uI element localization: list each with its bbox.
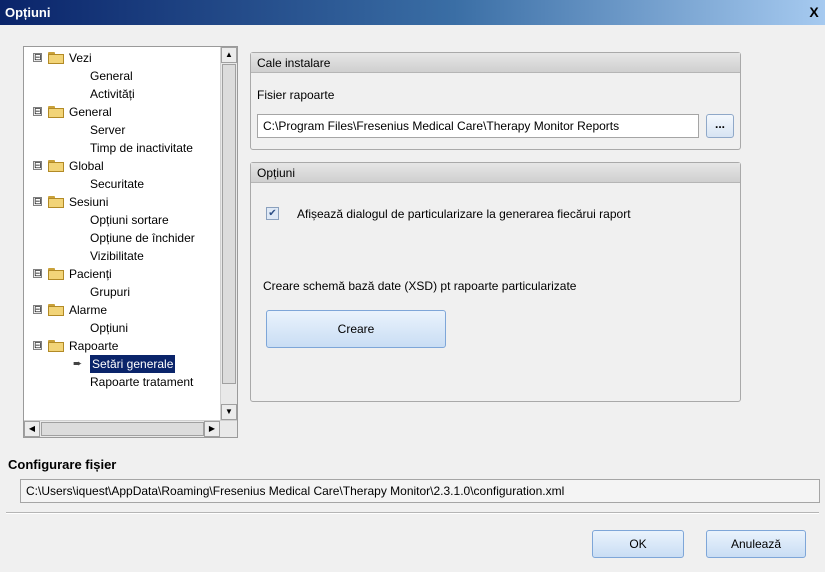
- title-bar: Opțiuni: [0, 0, 825, 25]
- config-file-label: Configurare fișier: [8, 457, 117, 472]
- tree-node-label: Alarme: [69, 303, 108, 317]
- scroll-left-icon[interactable]: ◀: [24, 421, 40, 437]
- scroll-up-icon[interactable]: ▲: [221, 47, 237, 63]
- tree-node-label: Sesiuni: [69, 195, 109, 209]
- tree-leaf-activitati[interactable]: Activități: [24, 85, 222, 103]
- tree-node-alarme[interactable]: ⊟ Alarme: [24, 301, 222, 319]
- folder-icon: [48, 196, 64, 208]
- tree-node-label: Rapoarte: [69, 339, 119, 353]
- reports-folder-input[interactable]: C:\Program Files\Fresenius Medical Care\…: [257, 114, 699, 138]
- folder-icon: [48, 106, 64, 118]
- scroll-right-icon[interactable]: ▶: [204, 421, 220, 437]
- dialog-title: Opțiuni: [5, 5, 51, 20]
- tree-node-rapoarte[interactable]: ⊟ Rapoarte: [24, 337, 222, 355]
- tree-leaf-label: Vizibilitate: [90, 249, 144, 263]
- tree-leaf-optiuni[interactable]: Opțiuni: [24, 319, 222, 337]
- tree-node-label: General: [69, 105, 112, 119]
- tree-leaf-server[interactable]: Server: [24, 121, 222, 139]
- tree-leaf-label: Grupuri: [90, 285, 131, 299]
- tree-leaf-label: Opțiuni: [90, 321, 129, 335]
- folder-icon: [48, 340, 64, 352]
- create-button[interactable]: Creare: [266, 310, 446, 348]
- schema-label: Creare schemă bază date (XSD) pt rapoart…: [263, 279, 577, 293]
- tree-content: ⊟ Vezi General Activități ⊟ General Serv…: [24, 47, 222, 417]
- close-button[interactable]: X: [805, 3, 823, 21]
- collapse-icon[interactable]: ⊟: [33, 161, 42, 170]
- options-dialog: Opțiuni X ⊟ Vezi General Activități ⊟ Ge…: [0, 0, 825, 572]
- tree-leaf-label: Opțiune de închider: [90, 231, 195, 245]
- tree-node-vezi[interactable]: ⊟ Vezi: [24, 49, 222, 67]
- config-file-path: C:\Users\iquest\AppData\Roaming\Freseniu…: [20, 479, 820, 503]
- options-header: Opțiuni: [251, 163, 740, 183]
- collapse-icon[interactable]: ⊟: [33, 197, 42, 206]
- install-path-header: Cale instalare: [251, 53, 740, 73]
- folder-icon: [48, 304, 64, 316]
- customize-dialog-checkbox[interactable]: ✔: [266, 207, 279, 220]
- horizontal-scroll-thumb[interactable]: [41, 422, 204, 436]
- customize-dialog-label: Afișează dialogul de particularizare la …: [297, 207, 631, 221]
- tree-leaf-label: Opțiuni sortare: [90, 213, 169, 227]
- tree-leaf-vizibilitate[interactable]: Vizibilitate: [24, 247, 222, 265]
- options-group: Opțiuni ✔ Afișează dialogul de particula…: [250, 162, 741, 402]
- folder-icon: [48, 268, 64, 280]
- arrow-right-icon: ➨: [73, 358, 83, 370]
- tree-node-global[interactable]: ⊟ Global: [24, 157, 222, 175]
- tree-leaf-grupuri[interactable]: Grupuri: [24, 283, 222, 301]
- tree-leaf-label: Timp de inactivitate: [90, 141, 193, 155]
- tree-node-general[interactable]: ⊟ General: [24, 103, 222, 121]
- tree-leaf-optiuni-sortare[interactable]: Opțiuni sortare: [24, 211, 222, 229]
- collapse-icon[interactable]: ⊟: [33, 269, 42, 278]
- tree-node-pacienti[interactable]: ⊟ Pacienți: [24, 265, 222, 283]
- tree-leaf-label: General: [90, 69, 133, 83]
- footer-separator: [6, 512, 819, 514]
- tree-leaf-timp-inactivitate[interactable]: Timp de inactivitate: [24, 139, 222, 157]
- tree-node-label: Vezi: [69, 51, 92, 65]
- scroll-down-icon[interactable]: ▼: [221, 404, 237, 420]
- tree-leaf-rapoarte-tratament[interactable]: Rapoarte tratament: [24, 373, 222, 391]
- tree-leaf-setari-generale[interactable]: ➨ Setări generale: [24, 355, 222, 373]
- cancel-button[interactable]: Anulează: [706, 530, 806, 558]
- reports-folder-label: Fisier rapoarte: [257, 88, 335, 102]
- tree-vertical-scrollbar[interactable]: ▲ ▼: [220, 47, 237, 420]
- tree-leaf-label: Activități: [90, 87, 135, 101]
- tree-leaf-general[interactable]: General: [24, 67, 222, 85]
- tree-node-label: Pacienți: [69, 267, 112, 281]
- tree-horizontal-scrollbar[interactable]: ◀ ▶: [24, 420, 237, 437]
- tree-node-label: Global: [69, 159, 104, 173]
- tree-leaf-securitate[interactable]: Securitate: [24, 175, 222, 193]
- tree-leaf-label: Securitate: [90, 177, 145, 191]
- tree-leaf-optiune-inchidere[interactable]: Opțiune de închider: [24, 229, 222, 247]
- ok-button[interactable]: OK: [592, 530, 684, 558]
- tree-node-sesiuni[interactable]: ⊟ Sesiuni: [24, 193, 222, 211]
- collapse-icon[interactable]: ⊟: [33, 341, 42, 350]
- browse-button[interactable]: ...: [706, 114, 734, 138]
- collapse-icon[interactable]: ⊟: [33, 53, 42, 62]
- collapse-icon[interactable]: ⊟: [33, 107, 42, 116]
- collapse-icon[interactable]: ⊟: [33, 305, 42, 314]
- tree-leaf-label: Server: [90, 123, 126, 137]
- options-tree[interactable]: ⊟ Vezi General Activități ⊟ General Serv…: [23, 46, 238, 438]
- tree-leaf-label: Rapoarte tratament: [90, 375, 194, 389]
- install-path-group: Cale instalare Fisier rapoarte C:\Progra…: [250, 52, 741, 150]
- vertical-scroll-thumb[interactable]: [222, 64, 236, 384]
- folder-icon: [48, 160, 64, 172]
- folder-icon: [48, 52, 64, 64]
- tree-leaf-label-selected: Setări generale: [90, 355, 176, 373]
